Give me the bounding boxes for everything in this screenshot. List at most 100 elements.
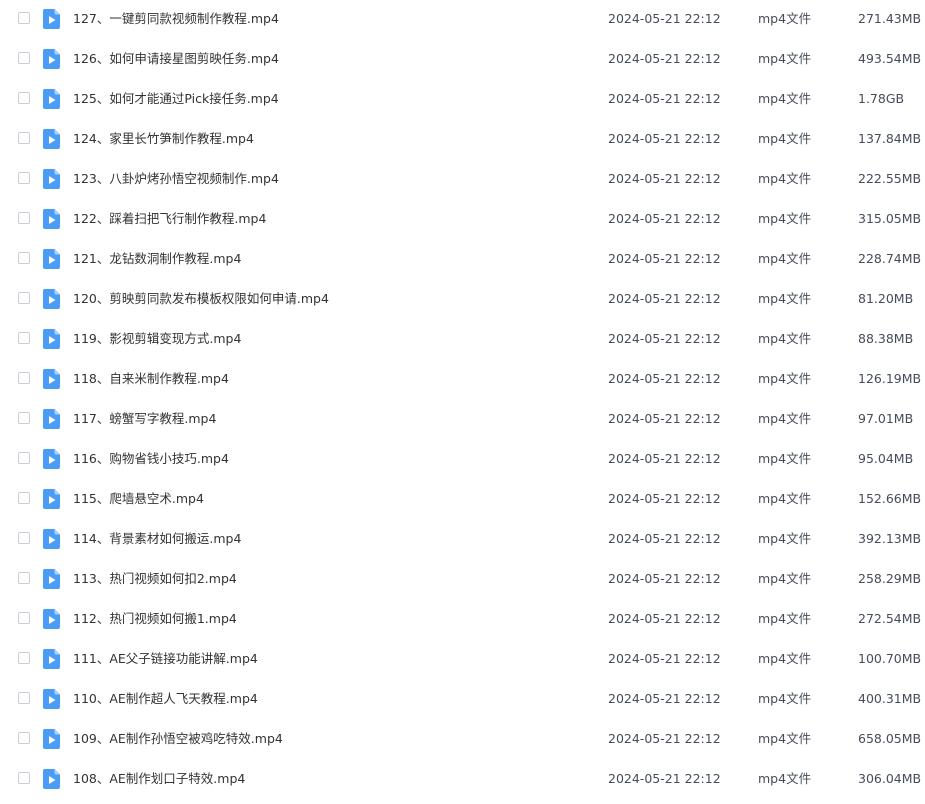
file-row[interactable]: 115、爬墙悬空术.mp4 2024-05-21 22:12 mp4文件 152… [0, 480, 925, 520]
file-size: 392.13MB [858, 531, 922, 546]
file-row[interactable]: 108、AE制作划口子特效.mp4 2024-05-21 22:12 mp4文件… [0, 760, 925, 800]
file-name[interactable]: 126、如何申请接星图剪映任务.mp4 [73, 40, 279, 78]
video-file-icon [43, 289, 60, 309]
file-name[interactable]: 109、AE制作孙悟空被鸡吃特效.mp4 [73, 720, 283, 758]
video-file-icon [43, 129, 60, 149]
file-row[interactable]: 123、八卦炉烤孙悟空视频制作.mp4 2024-05-21 22:12 mp4… [0, 160, 925, 200]
file-name[interactable]: 110、AE制作超人飞天教程.mp4 [73, 680, 258, 718]
modified-date: 2024-05-21 22:12 [608, 51, 721, 66]
file-size: 228.74MB [858, 251, 922, 266]
file-name[interactable]: 114、背景素材如何搬运.mp4 [73, 520, 241, 558]
row-checkbox[interactable] [18, 412, 30, 424]
row-checkbox[interactable] [18, 52, 30, 64]
file-row[interactable]: 109、AE制作孙悟空被鸡吃特效.mp4 2024-05-21 22:12 mp… [0, 720, 925, 760]
row-checkbox[interactable] [18, 172, 30, 184]
file-row[interactable]: 120、剪映剪同款发布模板权限如何申请.mp4 2024-05-21 22:12… [0, 280, 925, 320]
file-name[interactable]: 124、家里长竹笋制作教程.mp4 [73, 120, 254, 158]
row-checkbox[interactable] [18, 532, 30, 544]
file-size: 100.70MB [858, 651, 922, 666]
file-name[interactable]: 119、影视剪辑变现方式.mp4 [73, 320, 241, 358]
file-size: 137.84MB [858, 131, 922, 146]
file-row[interactable]: 122、踩着扫把飞行制作教程.mp4 2024-05-21 22:12 mp4文… [0, 200, 925, 240]
video-file-icon [43, 689, 60, 709]
file-name[interactable]: 125、如何才能通过Pick接任务.mp4 [73, 80, 279, 118]
row-checkbox[interactable] [18, 572, 30, 584]
file-type: mp4文件 [758, 371, 812, 386]
file-row[interactable]: 118、自来米制作教程.mp4 2024-05-21 22:12 mp4文件 1… [0, 360, 925, 400]
video-file-icon [43, 609, 60, 629]
file-row[interactable]: 121、龙钻数洞制作教程.mp4 2024-05-21 22:12 mp4文件 … [0, 240, 925, 280]
file-name[interactable]: 117、螃蟹写字教程.mp4 [73, 400, 216, 438]
file-type: mp4文件 [758, 131, 812, 146]
row-checkbox[interactable] [18, 772, 30, 784]
row-checkbox[interactable] [18, 492, 30, 504]
modified-date: 2024-05-21 22:12 [608, 211, 721, 226]
file-row[interactable]: 125、如何才能通过Pick接任务.mp4 2024-05-21 22:12 m… [0, 80, 925, 120]
file-size: 88.38MB [858, 331, 914, 346]
file-type: mp4文件 [758, 771, 812, 786]
file-name[interactable]: 120、剪映剪同款发布模板权限如何申请.mp4 [73, 280, 329, 318]
file-name[interactable]: 112、热门视频如何搬1.mp4 [73, 600, 237, 638]
file-row[interactable]: 110、AE制作超人飞天教程.mp4 2024-05-21 22:12 mp4文… [0, 680, 925, 720]
modified-date: 2024-05-21 22:12 [608, 611, 721, 626]
file-type: mp4文件 [758, 51, 812, 66]
file-row[interactable]: 113、热门视频如何扣2.mp4 2024-05-21 22:12 mp4文件 … [0, 560, 925, 600]
video-file-icon [43, 769, 60, 789]
video-file-icon [43, 329, 60, 349]
row-checkbox[interactable] [18, 12, 30, 24]
file-name[interactable]: 116、购物省钱小技巧.mp4 [73, 440, 229, 478]
file-row[interactable]: 112、热门视频如何搬1.mp4 2024-05-21 22:12 mp4文件 … [0, 600, 925, 640]
row-checkbox[interactable] [18, 372, 30, 384]
video-file-icon [43, 649, 60, 669]
file-row[interactable]: 117、螃蟹写字教程.mp4 2024-05-21 22:12 mp4文件 97… [0, 400, 925, 440]
file-size: 658.05MB [858, 731, 922, 746]
file-type: mp4文件 [758, 291, 812, 306]
file-type: mp4文件 [758, 571, 812, 586]
file-type: mp4文件 [758, 731, 812, 746]
row-checkbox[interactable] [18, 452, 30, 464]
file-name[interactable]: 108、AE制作划口子特效.mp4 [73, 760, 245, 798]
file-row[interactable]: 114、背景素材如何搬运.mp4 2024-05-21 22:12 mp4文件 … [0, 520, 925, 560]
file-type: mp4文件 [758, 691, 812, 706]
file-size: 306.04MB [858, 771, 922, 786]
file-size: 152.66MB [858, 491, 922, 506]
row-checkbox[interactable] [18, 612, 30, 624]
file-size: 81.20MB [858, 291, 914, 306]
file-name[interactable]: 121、龙钻数洞制作教程.mp4 [73, 240, 241, 278]
row-checkbox[interactable] [18, 252, 30, 264]
file-row[interactable]: 111、AE父子链接功能讲解.mp4 2024-05-21 22:12 mp4文… [0, 640, 925, 680]
file-row[interactable]: 126、如何申请接星图剪映任务.mp4 2024-05-21 22:12 mp4… [0, 40, 925, 80]
file-size: 222.55MB [858, 171, 922, 186]
file-name[interactable]: 127、一键剪同款视频制作教程.mp4 [73, 0, 279, 38]
modified-date: 2024-05-21 22:12 [608, 771, 721, 786]
row-checkbox[interactable] [18, 332, 30, 344]
file-size: 126.19MB [858, 371, 922, 386]
video-file-icon [43, 209, 60, 229]
modified-date: 2024-05-21 22:12 [608, 331, 721, 346]
file-name[interactable]: 122、踩着扫把飞行制作教程.mp4 [73, 200, 266, 238]
file-type: mp4文件 [758, 171, 812, 186]
file-row[interactable]: 119、影视剪辑变现方式.mp4 2024-05-21 22:12 mp4文件 … [0, 320, 925, 360]
file-name[interactable]: 118、自来米制作教程.mp4 [73, 360, 229, 398]
video-file-icon [43, 49, 60, 69]
row-checkbox[interactable] [18, 652, 30, 664]
file-name[interactable]: 123、八卦炉烤孙悟空视频制作.mp4 [73, 160, 279, 198]
row-checkbox[interactable] [18, 212, 30, 224]
row-checkbox[interactable] [18, 92, 30, 104]
file-name[interactable]: 113、热门视频如何扣2.mp4 [73, 560, 237, 598]
video-file-icon [43, 369, 60, 389]
modified-date: 2024-05-21 22:12 [608, 171, 721, 186]
file-row[interactable]: 124、家里长竹笋制作教程.mp4 2024-05-21 22:12 mp4文件… [0, 120, 925, 160]
file-name[interactable]: 115、爬墙悬空术.mp4 [73, 480, 204, 518]
file-size: 1.78GB [858, 91, 905, 106]
row-checkbox[interactable] [18, 292, 30, 304]
row-checkbox[interactable] [18, 732, 30, 744]
file-type: mp4文件 [758, 331, 812, 346]
row-checkbox[interactable] [18, 132, 30, 144]
file-row[interactable]: 116、购物省钱小技巧.mp4 2024-05-21 22:12 mp4文件 9… [0, 440, 925, 480]
file-row[interactable]: 127、一键剪同款视频制作教程.mp4 2024-05-21 22:12 mp4… [0, 0, 925, 40]
file-name[interactable]: 111、AE父子链接功能讲解.mp4 [73, 640, 258, 678]
modified-date: 2024-05-21 22:12 [608, 531, 721, 546]
file-type: mp4文件 [758, 411, 812, 426]
row-checkbox[interactable] [18, 692, 30, 704]
